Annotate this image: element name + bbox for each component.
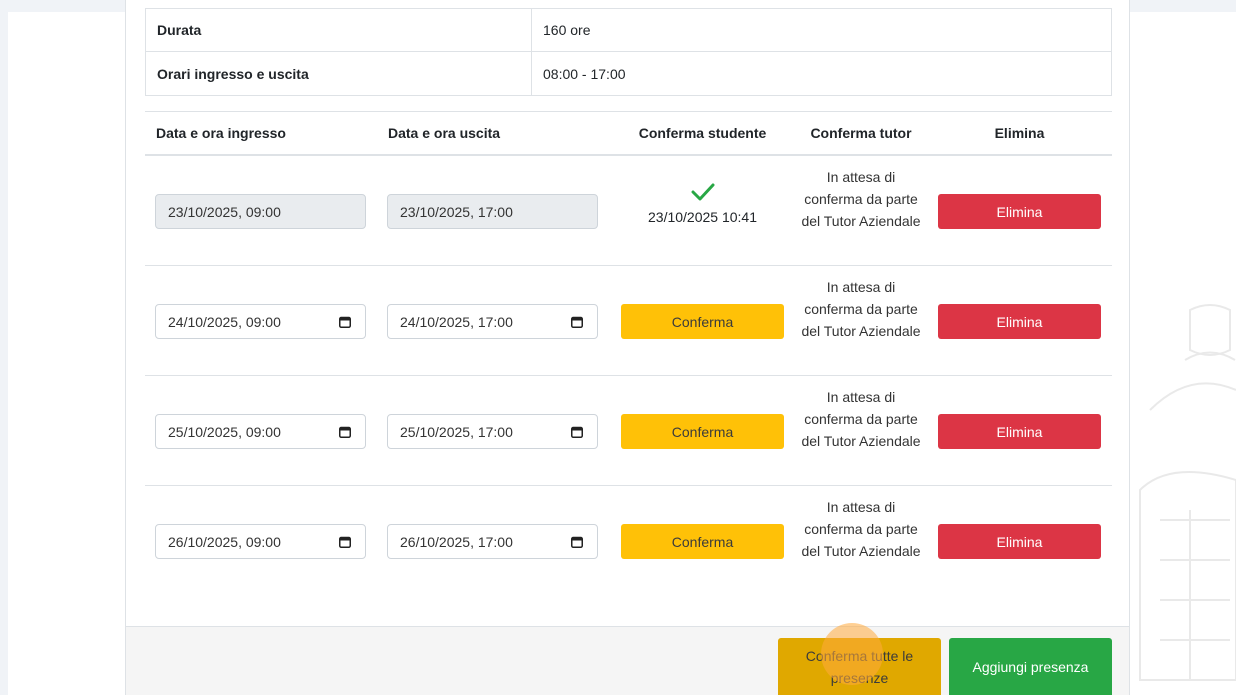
exit-datetime-field[interactable]: 25/10/2025, 17:00 xyxy=(387,414,598,449)
internship-info-table: Durata 160 ore Orari ingresso e uscita 0… xyxy=(145,8,1112,96)
confirm-button[interactable]: Conferma xyxy=(621,524,784,559)
delete-button[interactable]: Elimina xyxy=(938,414,1101,449)
header-exit: Data e ora uscita xyxy=(388,125,501,141)
tutor-status: In attesa di conferma da parte del Tutor… xyxy=(801,169,921,229)
calendar-icon[interactable] xyxy=(339,316,351,328)
tutor-status: In attesa di conferma da parte del Tutor… xyxy=(801,279,921,339)
calendar-icon[interactable] xyxy=(571,426,583,438)
entry-datetime-value: 25/10/2025, 09:00 xyxy=(168,423,281,440)
student-confirmed: 23/10/2025 10:41 xyxy=(621,182,784,225)
entry-datetime-value: 26/10/2025, 09:00 xyxy=(168,533,281,550)
info-value: 08:00 - 17:00 xyxy=(543,65,626,82)
table-row: 25/10/2025, 09:00 25/10/2025, 17:00 Conf… xyxy=(145,376,1112,486)
delete-button[interactable]: Elimina xyxy=(938,194,1101,229)
exit-datetime-value: 23/10/2025, 17:00 xyxy=(400,203,513,220)
tutor-status: In attesa di conferma da parte del Tutor… xyxy=(801,389,921,449)
tutor-status: In attesa di conferma da parte del Tutor… xyxy=(801,499,921,559)
attendance-card: Durata 160 ore Orari ingresso e uscita 0… xyxy=(125,0,1130,695)
exit-datetime-value: 26/10/2025, 17:00 xyxy=(400,533,513,550)
entry-datetime-field[interactable]: 25/10/2025, 09:00 xyxy=(155,414,366,449)
confirm-button[interactable]: Conferma xyxy=(621,414,784,449)
info-label: Orari ingresso e uscita xyxy=(146,52,532,95)
calendar-icon[interactable] xyxy=(339,536,351,548)
delete-button[interactable]: Elimina xyxy=(938,524,1101,559)
header-entry: Data e ora ingresso xyxy=(156,125,286,141)
check-icon xyxy=(691,183,714,201)
exit-datetime-value: 24/10/2025, 17:00 xyxy=(400,313,513,330)
add-attendance-button[interactable]: Aggiungi presenza xyxy=(949,638,1112,695)
delete-button[interactable]: Elimina xyxy=(938,304,1101,339)
table-row: 23/10/2025, 09:00 23/10/2025, 17:00 23/1… xyxy=(145,156,1112,266)
table-row: 26/10/2025, 09:00 26/10/2025, 17:00 Conf… xyxy=(145,486,1112,596)
entry-datetime-value: 24/10/2025, 09:00 xyxy=(168,313,281,330)
info-label: Durata xyxy=(146,9,532,51)
entry-datetime-field[interactable]: 24/10/2025, 09:00 xyxy=(155,304,366,339)
calendar-icon[interactable] xyxy=(571,536,583,548)
table-row: 24/10/2025, 09:00 24/10/2025, 17:00 Conf… xyxy=(145,266,1112,376)
calendar-icon[interactable] xyxy=(339,426,351,438)
exit-datetime-field[interactable]: 24/10/2025, 17:00 xyxy=(387,304,598,339)
attendance-table-header: Data e ora ingresso Data e ora uscita Co… xyxy=(145,111,1112,156)
exit-datetime-field[interactable]: 26/10/2025, 17:00 xyxy=(387,524,598,559)
entry-datetime-field: 23/10/2025, 09:00 xyxy=(155,194,366,229)
exit-datetime-value: 25/10/2025, 17:00 xyxy=(400,423,513,440)
header-tutor-confirm: Conferma tutor xyxy=(810,125,912,141)
info-row-duration: Durata 160 ore xyxy=(146,9,1111,52)
calendar-icon[interactable] xyxy=(571,316,583,328)
header-student-confirm: Conferma studente xyxy=(638,125,767,141)
info-row-hours: Orari ingresso e uscita 08:00 - 17:00 xyxy=(146,52,1111,95)
exit-datetime-field: 23/10/2025, 17:00 xyxy=(387,194,598,229)
card-footer: Conferma tutte le presenze Aggiungi pres… xyxy=(126,623,1129,695)
student-confirmed-date: 23/10/2025 10:41 xyxy=(648,209,757,225)
entry-datetime-field[interactable]: 26/10/2025, 09:00 xyxy=(155,524,366,559)
info-value: 160 ore xyxy=(543,22,591,38)
confirm-all-button[interactable]: Conferma tutte le presenze xyxy=(778,638,941,695)
entry-datetime-value: 23/10/2025, 09:00 xyxy=(168,203,281,220)
confirm-button[interactable]: Conferma xyxy=(621,304,784,339)
header-delete: Elimina xyxy=(994,125,1045,141)
crest-watermark-icon xyxy=(1139,304,1236,681)
